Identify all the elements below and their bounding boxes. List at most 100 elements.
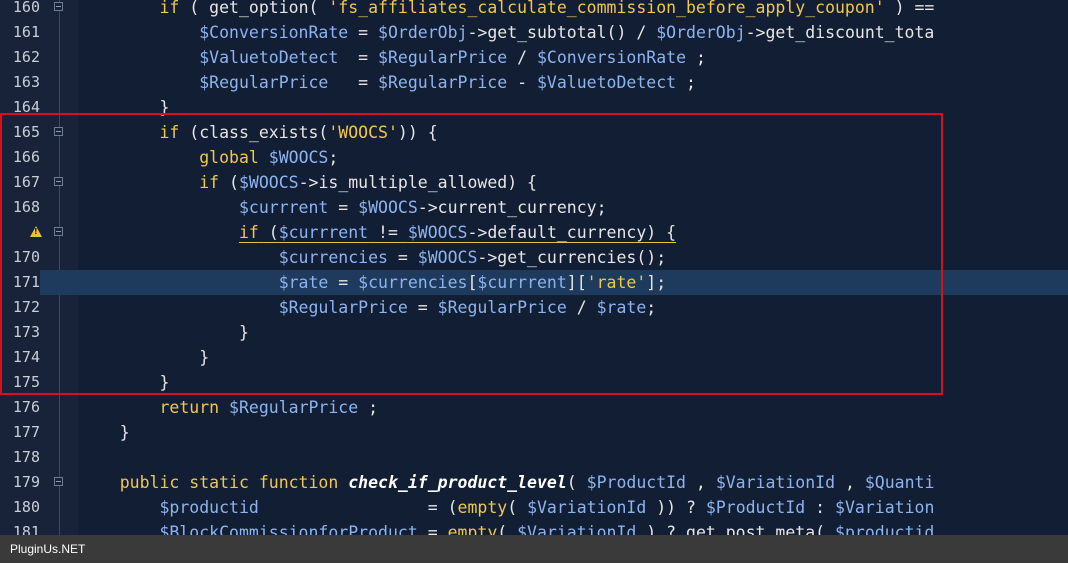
code-token: ->current_currency; [417, 198, 607, 217]
code-line[interactable]: 172 $RegularPrice = $RegularPrice / $rat… [0, 295, 1068, 320]
code-body: $RegularPrice = $RegularPrice / $rate; [279, 298, 657, 317]
code-text[interactable]: $currrent = $WOOCS->current_currency; [80, 195, 607, 220]
code-token: ][ [566, 273, 587, 292]
code-token: $VariationId [527, 498, 647, 517]
code-text[interactable]: $productid = (empty( $VariationId )) ? $… [80, 495, 934, 520]
code-line[interactable]: 179 public static function check_if_prod… [0, 470, 1068, 495]
code-body: $ValuetoDetect = $RegularPrice / $Conver… [199, 48, 706, 67]
code-token: ( [507, 498, 528, 517]
code-line[interactable]: 173 } [0, 320, 1068, 345]
code-line[interactable]: 180 $productid = (empty( $VariationId ))… [0, 495, 1068, 520]
code-token: $currrent [278, 223, 369, 242]
code-line[interactable]: 177 } [0, 420, 1068, 445]
code-line[interactable]: 170 $currencies = $WOOCS->get_currencies… [0, 245, 1068, 270]
code-line[interactable]: 171 $rate = $currencies[$currrent]['rate… [0, 270, 1068, 295]
code-token: } [238, 323, 249, 342]
code-text[interactable]: $RegularPrice = $RegularPrice - $Valueto… [80, 70, 696, 95]
fold-toggle-icon[interactable] [54, 177, 63, 186]
code-token: $RegularPrice [278, 298, 408, 317]
code-text[interactable]: $ValuetoDetect = $RegularPrice / $Conver… [80, 45, 706, 70]
code-token: $WOOCS [407, 223, 468, 242]
fold-toggle-icon[interactable] [54, 227, 63, 236]
code-text[interactable]: } [80, 370, 169, 395]
code-line[interactable]: 160 if ( get_option( 'fs_affiliates_calc… [0, 0, 1068, 20]
code-text[interactable]: $currencies = $WOOCS->get_currencies(); [80, 245, 666, 270]
code-text[interactable]: return $RegularPrice ; [80, 395, 378, 420]
line-number: 161 [12, 23, 40, 41]
code-text[interactable]: } [80, 320, 249, 345]
code-text[interactable]: if ( get_option( 'fs_affiliates_calculat… [80, 0, 934, 20]
code-line[interactable]: 167 if ($WOOCS->is_multiple_allowed) { [0, 170, 1068, 195]
code-token: , [835, 473, 865, 492]
line-number: 162 [12, 48, 40, 66]
code-text[interactable]: $RegularPrice = $RegularPrice / $rate; [80, 295, 657, 320]
code-editor[interactable]: 160 if ( get_option( 'fs_affiliates_calc… [0, 0, 1068, 535]
code-token: $RegularPrice [437, 298, 567, 317]
code-line[interactable]: 164 } [0, 95, 1068, 120]
code-text[interactable]: } [80, 95, 169, 120]
code-token: = [328, 73, 379, 92]
code-body: public static function check_if_product_… [120, 473, 935, 492]
code-line[interactable]: 175 } [0, 370, 1068, 395]
code-body: } [239, 323, 249, 342]
warning-icon[interactable]: ! [30, 226, 42, 237]
code-text[interactable]: global $WOOCS; [80, 145, 338, 170]
code-token: $currencies [278, 248, 388, 267]
code-line[interactable]: 165 if (class_exists('WOOCS')) { [0, 120, 1068, 145]
code-line[interactable]: 162 $ValuetoDetect = $RegularPrice / $Co… [0, 45, 1068, 70]
code-text[interactable]: if ($WOOCS->is_multiple_allowed) { [80, 170, 537, 195]
code-line[interactable]: 176 return $RegularPrice ; [0, 395, 1068, 420]
code-token: ->is_multiple_allowed) { [298, 173, 537, 192]
code-token: $Quanti [864, 473, 935, 492]
code-line[interactable]: 181 $BlockCommissionforProduct = empty( … [0, 520, 1068, 535]
fold-toggle-icon[interactable] [54, 477, 63, 486]
fold-toggle-icon[interactable] [54, 2, 63, 11]
code-line[interactable]: 161 $ConversionRate = $OrderObj->get_sub… [0, 20, 1068, 45]
code-text[interactable]: public static function check_if_product_… [80, 470, 935, 495]
code-line[interactable]: 163 $RegularPrice = $RegularPrice - $Val… [0, 70, 1068, 95]
code-body: $currrent = $WOOCS->current_currency; [239, 198, 607, 217]
code-token: - [507, 73, 537, 92]
code-token: ) ? get_post_meta( [636, 523, 836, 535]
code-token: if [238, 223, 259, 242]
code-text[interactable]: } [80, 420, 130, 445]
code-body: if ($WOOCS->is_multiple_allowed) { [199, 173, 537, 192]
code-token: = [387, 248, 418, 267]
code-text[interactable]: } [80, 345, 209, 370]
code-token: $ProductId [705, 498, 806, 517]
code-line[interactable]: ! if ($currrent != $WOOCS->default_curre… [0, 220, 1068, 245]
code-token: ) == [884, 0, 935, 17]
line-number: 166 [12, 148, 40, 166]
code-token: = [348, 23, 379, 42]
code-token: $ConversionRate [537, 48, 687, 67]
fold-toggle-icon[interactable] [54, 127, 63, 136]
code-text[interactable]: if (class_exists('WOOCS')) { [80, 120, 437, 145]
code-token: 'rate' [586, 273, 647, 292]
code-body: } [199, 348, 209, 367]
code-text[interactable]: $ConversionRate = $OrderObj->get_subtota… [80, 20, 934, 45]
code-body: $currencies = $WOOCS->get_currencies(); [279, 248, 666, 267]
code-token: ]; [646, 273, 667, 292]
code-token: = [328, 198, 359, 217]
code-line[interactable]: 174 } [0, 345, 1068, 370]
code-text[interactable]: $rate = $currencies[$currrent]['rate']; [80, 270, 666, 295]
code-line[interactable]: 178 [0, 445, 1068, 470]
code-token: ( [497, 523, 518, 535]
code-line[interactable]: 168 $currrent = $WOOCS->current_currency… [0, 195, 1068, 220]
code-text[interactable]: if ($currrent != $WOOCS->default_currenc… [80, 220, 676, 245]
line-number: 168 [12, 198, 40, 216]
code-token: empty [457, 498, 508, 517]
code-text[interactable]: $BlockCommissionforProduct = empty( $Var… [80, 520, 934, 535]
code-line[interactable]: 166 global $WOOCS; [0, 145, 1068, 170]
